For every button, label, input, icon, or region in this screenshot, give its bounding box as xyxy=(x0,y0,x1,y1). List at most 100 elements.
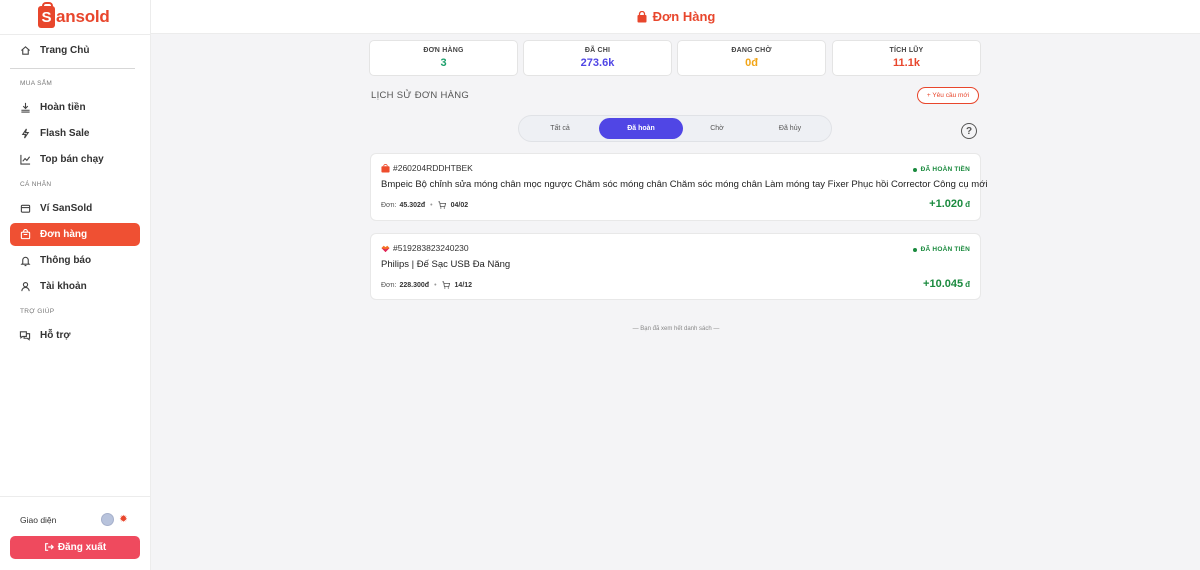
lazada-icon xyxy=(381,245,390,252)
sidebar-item-label: Flash Sale xyxy=(40,128,90,139)
sidebar-item-label: Hỗ trợ xyxy=(40,330,71,341)
sidebar-item-label: Hoàn tiền xyxy=(40,102,86,113)
order-id: #260204RDDHTBEK xyxy=(393,163,473,173)
sidebar-item-flash-sale[interactable]: Flash Sale xyxy=(10,122,140,145)
order-card[interactable]: #260204RDDHTBEK ĐÃ HOÀN TIỀN Bmpeic Bộ c… xyxy=(370,153,988,221)
sidebar-item-top-selling[interactable]: Top bán chạy xyxy=(10,148,140,171)
currency: đ xyxy=(965,280,970,289)
stat-card-accumulated: TÍCH LŨY 11.1k xyxy=(832,40,981,76)
divider xyxy=(0,496,151,497)
sidebar-item-wallet[interactable]: Ví SanSold xyxy=(10,197,140,220)
separator: • xyxy=(434,281,437,289)
shopee-icon xyxy=(381,163,390,173)
refund-icon xyxy=(19,102,31,114)
section-label-personal: CÁ NHÂN xyxy=(20,181,52,188)
stat-label: TÍCH LŨY xyxy=(889,47,924,54)
status-badge: ĐÃ HOÀN TIỀN xyxy=(912,166,970,173)
status-text: ĐÃ HOÀN TIỀN xyxy=(920,166,970,173)
order-meta: Đơn: 45.302đ • 04/02 xyxy=(381,201,468,209)
section-title: LỊCH SỬ ĐƠN HÀNG xyxy=(371,90,470,101)
sidebar-item-refund[interactable]: Hoàn tiền xyxy=(10,96,140,119)
sidebar: S ansold Trang Chủ MUA SẮM Hoàn tiền Fla… xyxy=(0,0,151,570)
product-name: Philips | Đế Sạc USB Đa Năng xyxy=(381,259,511,270)
refund-amount: +1.020 đ xyxy=(929,198,970,210)
divider xyxy=(0,34,151,35)
tab-all[interactable]: Tất cả xyxy=(521,118,599,139)
sidebar-item-label: Trang Chủ xyxy=(40,45,90,56)
bell-icon xyxy=(19,255,31,267)
tab-refunded[interactable]: Đã hoàn xyxy=(599,118,683,139)
sidebar-item-orders[interactable]: Đơn hàng xyxy=(10,223,140,246)
stat-value: 0đ xyxy=(745,57,758,69)
stat-label: ĐANG CHỜ xyxy=(731,47,772,54)
order-price: 228.300đ xyxy=(399,281,430,289)
stat-value: 273.6k xyxy=(580,57,615,69)
brand-logo[interactable]: S ansold xyxy=(38,2,110,28)
order-card[interactable]: #519283823240230 ĐÃ HOÀN TIỀN Philips | … xyxy=(370,233,981,300)
dark-mode-option[interactable] xyxy=(101,513,114,526)
lightning-icon xyxy=(19,128,31,140)
sidebar-item-account[interactable]: Tài khoản xyxy=(10,275,140,298)
home-icon xyxy=(19,45,31,57)
sidebar-item-home[interactable]: Trang Chủ xyxy=(10,39,140,62)
price-label: Đơn: xyxy=(381,201,397,209)
sidebar-item-notifications[interactable]: Thông báo xyxy=(10,249,140,272)
sidebar-item-label: Đơn hàng xyxy=(40,229,88,240)
separator: • xyxy=(430,201,433,209)
sun-icon[interactable]: ✹ xyxy=(117,513,130,526)
stat-card-orders: ĐƠN HÀNG 3 xyxy=(369,40,518,76)
order-id: #519283823240230 xyxy=(393,243,469,253)
logo-mark: S xyxy=(38,2,55,28)
page-title: Đơn Hàng xyxy=(636,9,716,24)
stat-value: 11.1k xyxy=(893,57,920,69)
cart-icon xyxy=(441,281,450,289)
stat-label: ĐƠN HÀNG xyxy=(423,47,464,54)
order-price: 45.302đ xyxy=(399,201,426,209)
end-of-list-note: — Bạn đã xem hết danh sách — xyxy=(632,326,720,332)
order-date: 14/12 xyxy=(454,281,473,289)
refund-value: +10.045 xyxy=(923,278,964,290)
cart-icon xyxy=(438,201,446,209)
nav-underline xyxy=(10,68,135,69)
section-label-shopping: MUA SẮM xyxy=(20,80,53,87)
stat-value: 3 xyxy=(440,57,447,69)
bag-icon xyxy=(19,229,31,241)
sidebar-item-label: Top bán chạy xyxy=(40,154,104,165)
page-title-text: Đơn Hàng xyxy=(652,9,716,24)
chat-icon xyxy=(19,330,31,342)
theme-label: Giao diện xyxy=(20,514,57,525)
user-icon xyxy=(19,281,31,293)
sidebar-item-label: Ví SanSold xyxy=(40,203,93,214)
order-id-row: #260204RDDHTBEK xyxy=(381,163,473,173)
section-label-help: TRỢ GIÚP xyxy=(20,308,55,315)
status-text: ĐÃ HOÀN TIỀN xyxy=(920,246,970,253)
status-dot xyxy=(912,167,917,172)
page-header: Đơn Hàng xyxy=(151,0,1200,34)
order-id-row: #519283823240230 xyxy=(381,243,469,253)
theme-toggle[interactable]: ✹ xyxy=(101,513,130,526)
wallet-icon xyxy=(19,203,31,215)
tab-cancelled[interactable]: Đã hủy xyxy=(751,118,829,139)
help-icon[interactable]: ? xyxy=(961,123,977,139)
new-request-button[interactable]: + Yêu cầu mới xyxy=(917,87,979,104)
sidebar-item-label: Tài khoản xyxy=(40,281,87,292)
refund-amount: +10.045 đ xyxy=(923,278,970,290)
currency: đ xyxy=(965,200,970,209)
sidebar-item-support[interactable]: Hỗ trợ xyxy=(10,324,140,347)
refund-value: +1.020 xyxy=(929,198,964,210)
tab-pending[interactable]: Chờ xyxy=(683,118,751,139)
stat-card-pending: ĐANG CHỜ 0đ xyxy=(677,40,826,76)
stat-card-spent: ĐÃ CHI 273.6k xyxy=(523,40,672,76)
order-filter-tabs: Tất cả Đã hoàn Chờ Đã hủy xyxy=(518,115,832,142)
stat-label: ĐÃ CHI xyxy=(584,47,611,54)
trending-icon xyxy=(19,154,31,166)
status-badge: ĐÃ HOÀN TIỀN xyxy=(912,246,970,253)
status-dot xyxy=(912,247,917,252)
price-label: Đơn: xyxy=(381,281,397,289)
shopping-bag-icon xyxy=(637,10,647,22)
logout-icon xyxy=(44,542,54,554)
logout-button[interactable]: Đăng xuất xyxy=(10,536,140,559)
order-meta: Đơn: 228.300đ • 14/12 xyxy=(381,281,472,289)
order-date: 04/02 xyxy=(450,201,469,209)
logo-text: ansold xyxy=(56,7,110,26)
